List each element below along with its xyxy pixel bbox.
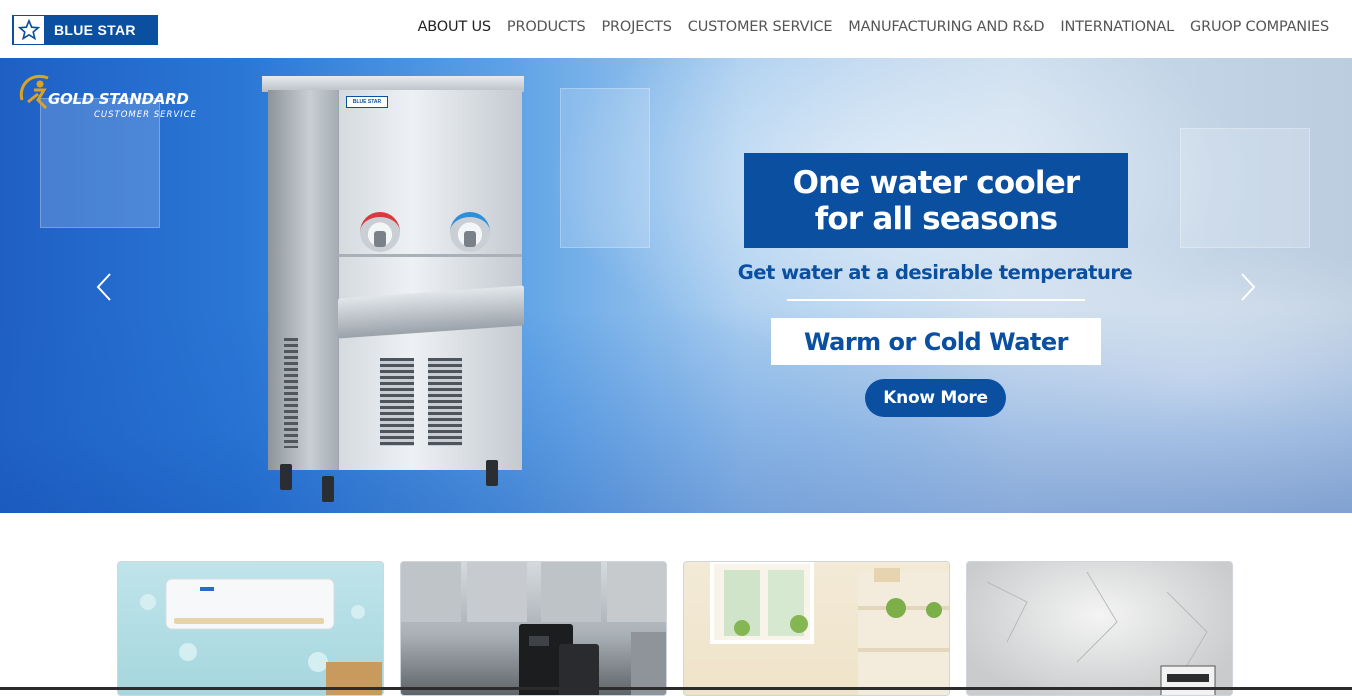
background-window (560, 88, 650, 248)
nav-item-products[interactable]: PRODUCTS (507, 19, 586, 35)
promo-subheadline: Get water at a desirable temperature (737, 261, 1133, 284)
product-card-air-conditioner[interactable] (117, 561, 384, 696)
background-window (1180, 128, 1310, 248)
nav-item-international[interactable]: INTERNATIONAL (1060, 19, 1174, 35)
nav-item-projects[interactable]: PROJECTS (602, 19, 672, 35)
cooler-brand-label: BLUE STAR (346, 96, 388, 108)
nav-item-customer-service[interactable]: CUSTOMER SERVICE (688, 19, 833, 35)
warm-water-tap-icon (360, 212, 400, 252)
main-nav: ABOUT US PRODUCTS PROJECTS CUSTOMER SERV… (418, 19, 1330, 35)
front-vent (380, 358, 414, 446)
room-interior-image (710, 562, 949, 695)
promo-headline-box: One water cooler for all seasons (744, 153, 1128, 248)
nav-item-about-us[interactable]: ABOUT US (418, 19, 492, 35)
chevron-right-icon[interactable] (1236, 270, 1260, 304)
product-card-stone-wall[interactable] (966, 561, 1233, 696)
logo-text: BLUE STAR (54, 22, 136, 38)
appliance-on-stone-image (986, 571, 1216, 695)
know-more-button[interactable]: Know More (865, 379, 1006, 417)
air-conditioner-image (140, 578, 382, 695)
feature-chip: Warm or Cold Water (771, 318, 1101, 365)
nav-item-group-companies[interactable]: GRUOP COMPANIES (1190, 19, 1329, 35)
hero-floor-reflection (0, 308, 1352, 513)
cold-water-tap-icon (450, 212, 490, 252)
chevron-left-icon[interactable] (92, 270, 116, 304)
product-card-water-purifier[interactable] (400, 561, 667, 696)
site-header: BLUE STAR ABOUT US PRODUCTS PROJECTS CUS… (0, 0, 1352, 58)
badge-title: GOLD STANDARD (48, 90, 189, 108)
nav-item-manufacturing[interactable]: MANUFACTURING AND R&D (848, 19, 1044, 35)
blue-star-logo[interactable]: BLUE STAR (12, 15, 158, 45)
water-purifier-image (401, 562, 666, 695)
promo-divider (787, 299, 1085, 301)
gold-standard-badge: GOLD STANDARD CUSTOMER SERVICE (16, 70, 206, 120)
headline-line-2: for all seasons (814, 200, 1058, 237)
side-vent (284, 338, 298, 448)
front-vent (428, 358, 462, 446)
water-cooler-image: BLUE STAR (262, 76, 526, 506)
product-card-room[interactable] (683, 561, 950, 696)
headline-line-1: One water cooler (792, 164, 1081, 201)
star-icon (14, 16, 44, 44)
hero-slider: GOLD STANDARD CUSTOMER SERVICE BLUE STAR… (0, 58, 1352, 513)
badge-subtitle: CUSTOMER SERVICE (94, 110, 198, 120)
